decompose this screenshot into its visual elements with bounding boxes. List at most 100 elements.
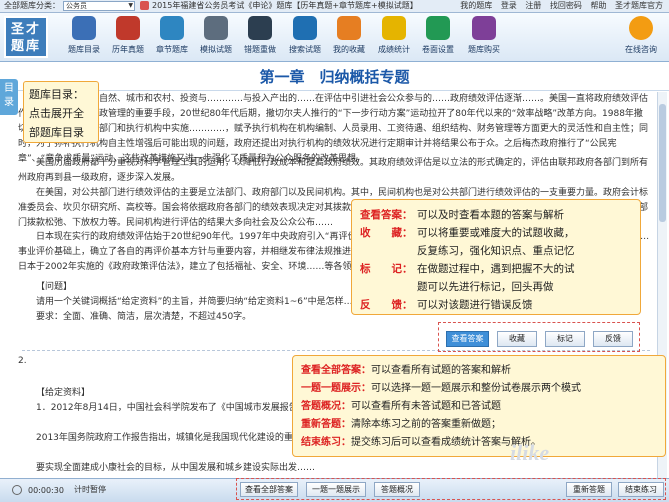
online-consult-label: 在线咨询 bbox=[625, 45, 657, 54]
online-consult-button[interactable]: 在线咨询 bbox=[619, 16, 663, 60]
pause-timer-button[interactable]: 计时暂停 bbox=[74, 484, 106, 495]
tip-row: 重新答题：清除本练习之前的答案重新做题； bbox=[301, 416, 657, 434]
catalog-tip-line: 点击展开全 bbox=[29, 107, 84, 120]
tip-text: 清除本练习之前的答案重新做题； bbox=[351, 419, 501, 430]
end-practice-button[interactable]: 结束练习 bbox=[618, 482, 664, 497]
tip-row: 反复练习，强化知识点、重点记忆 bbox=[360, 242, 632, 260]
exam-paper-icon bbox=[116, 16, 140, 40]
cart-icon bbox=[472, 16, 496, 40]
tip-row: 一题一题展示：可以选择一题一题展示和整份试卷展示两个模式 bbox=[301, 380, 657, 398]
app-window: 全部题库分类： 公务员 ▼ 2015年福建省公务员考试《申论》题库【历年真题+章… bbox=[0, 0, 669, 502]
package-icon bbox=[140, 1, 149, 10]
link-help[interactable]: 帮助 bbox=[590, 1, 606, 10]
tip-row: 反 馈： 可以对该题进行错误反馈 bbox=[360, 296, 632, 314]
tip-text: 在做题过程中，遇到把握不大的试 bbox=[417, 263, 575, 275]
tip-key: 收 藏： bbox=[360, 227, 413, 239]
watermark: ilike bbox=[510, 440, 550, 465]
search-icon bbox=[293, 16, 317, 40]
toolbar-button-label: 成绩统计 bbox=[378, 45, 410, 54]
tip-key: 反 馈： bbox=[360, 299, 413, 311]
link-register[interactable]: 注册 bbox=[525, 1, 541, 10]
catalog-tip-line: 题库目录： bbox=[29, 88, 84, 101]
link-my-bank[interactable]: 我的题库 bbox=[460, 1, 492, 10]
catalog-tip-line: 部题库目录 bbox=[29, 126, 84, 139]
feedback-button[interactable]: 反馈 bbox=[593, 331, 633, 347]
clock-icon bbox=[12, 485, 22, 495]
material-paragraph: 要实现全面建成小康社会的目标，从中国发展和城乡建设实际出发…… bbox=[36, 463, 316, 473]
category-label: 全部题库分类： bbox=[4, 1, 60, 10]
chapter-book-icon bbox=[160, 16, 184, 40]
view-answer-button[interactable]: 查看答案 bbox=[446, 331, 489, 347]
tip-text: 反复练习，强化知识点、重点记忆 bbox=[417, 245, 575, 257]
toolbar-button-label: 章节题库 bbox=[156, 45, 188, 54]
toolbar-button-4[interactable]: 模拟试题 bbox=[194, 16, 238, 60]
tip-row: 查看全部答案：可以查看所有试题的答案和解析 bbox=[301, 362, 657, 380]
tip-row: 题可以先进行标记，回头再做 bbox=[360, 278, 632, 296]
toolbar-button-2[interactable]: 历年真题 bbox=[106, 16, 150, 60]
view-all-answers-button[interactable]: 查看全部答案 bbox=[240, 482, 298, 497]
question-number: 2. bbox=[18, 356, 27, 366]
toolbar-button-5[interactable]: 错题重做 bbox=[238, 16, 282, 60]
page-title: 第一章 归纳概括专题 bbox=[259, 68, 410, 86]
catalog-side-tab[interactable]: 目录 bbox=[0, 79, 18, 115]
main-toolbar: 圣才 题库 题库目录 历年真题 章节题库 模拟试题 错题重做 搜索试题 我的收藏 成绩统计 卷面… bbox=[0, 13, 669, 62]
toolbar-button-10[interactable]: 题库购买 bbox=[462, 16, 506, 60]
link-official[interactable]: 圣才题库官方 bbox=[615, 1, 663, 10]
answer-overview-button[interactable]: 答题概况 bbox=[374, 482, 420, 497]
tip-text: 可以查看所有试题的答案和解析 bbox=[371, 365, 511, 376]
tip-text: 可以查看所有未答试题和已答试题 bbox=[351, 401, 501, 412]
tip-row: 查看答案： 可以及时查看本题的答案与解析 bbox=[360, 206, 632, 224]
tip-row: 收 藏： 可以将重要或难度大的试题收藏， bbox=[360, 224, 632, 242]
link-find-password[interactable]: 找回密码 bbox=[550, 1, 582, 10]
chevron-down-icon: ▼ bbox=[128, 2, 133, 9]
tip-text: 可以及时查看本题的答案与解析 bbox=[417, 209, 564, 221]
chapter-title-bar: 第一章 归纳概括专题 bbox=[0, 62, 669, 91]
toolbar-button-8[interactable]: 成绩统计 bbox=[372, 16, 416, 60]
statistics-icon bbox=[382, 16, 406, 40]
toolbar-button-label: 我的收藏 bbox=[333, 45, 365, 54]
tip-key: 标 记： bbox=[360, 263, 413, 275]
scrollbar-thumb[interactable] bbox=[659, 104, 666, 222]
toolbar-button-3[interactable]: 章节题库 bbox=[150, 16, 194, 60]
tip-key: 答题概况： bbox=[301, 401, 351, 412]
tip-key: 查看全部答案： bbox=[301, 365, 371, 376]
timer: 00:00:30 bbox=[28, 486, 64, 495]
top-links: 我的题库 登录 注册 找回密码 帮助 圣才题库官方 bbox=[454, 0, 663, 12]
catalog-icon bbox=[72, 16, 96, 40]
global-tools-callout: 查看全部答案：可以查看所有试题的答案和解析 一题一题展示：可以选择一题一题展示和… bbox=[292, 355, 666, 457]
toolbar-button-label: 题库目录 bbox=[68, 45, 100, 54]
toolbar-button-label: 历年真题 bbox=[112, 45, 144, 54]
favorite-button[interactable]: 收藏 bbox=[497, 331, 537, 347]
toolbar-button-9[interactable]: 卷面设置 bbox=[416, 16, 460, 60]
tip-row: 标 记： 在做题过程中，遇到把握不大的试 bbox=[360, 260, 632, 278]
tip-key: 查看答案： bbox=[360, 209, 413, 221]
toolbar-button-label: 卷面设置 bbox=[422, 45, 454, 54]
tip-text: 可以将重要或难度大的试题收藏， bbox=[417, 227, 575, 239]
category-select-value: 公务员 bbox=[66, 2, 87, 10]
toolbar-button-7[interactable]: 我的收藏 bbox=[327, 16, 371, 60]
question-tools-callout: 查看答案： 可以及时查看本题的答案与解析 收 藏： 可以将重要或难度大的试题收藏， … bbox=[351, 199, 641, 315]
toolbar-button-6[interactable]: 搜索试题 bbox=[283, 16, 327, 60]
settings-icon bbox=[426, 16, 450, 40]
tip-text: 可以选择一题一题展示和整份试卷展示两个模式 bbox=[371, 383, 581, 394]
toolbar-button-label: 题库购买 bbox=[468, 45, 500, 54]
toolbar-button-1[interactable]: 题库目录 bbox=[62, 16, 106, 60]
catalog-tip-callout: 题库目录： 点击展开全 部题库目录 bbox=[23, 81, 99, 143]
favorite-icon bbox=[337, 16, 361, 40]
chat-icon bbox=[629, 16, 653, 40]
restart-button[interactable]: 重新答题 bbox=[566, 482, 612, 497]
tip-text: 题可以先进行标记，回头再做 bbox=[417, 281, 554, 293]
tip-key: 重新答题： bbox=[301, 419, 351, 430]
material-paragraph: 美国历届政府都十分重视对科学管理工具的运用，以降低行政成本和提高政府绩效。其政府… bbox=[18, 158, 649, 183]
link-login[interactable]: 登录 bbox=[501, 1, 517, 10]
top-bar: 全部题库分类： 公务员 ▼ 2015年福建省公务员考试《申论》题库【历年真题+章… bbox=[0, 0, 669, 13]
toolbar-button-label: 搜索试题 bbox=[289, 45, 321, 54]
tip-text: 可以对该题进行错误反馈 bbox=[417, 299, 533, 311]
mark-button[interactable]: 标记 bbox=[545, 331, 585, 347]
package-title: 2015年福建省公务员考试《申论》题库【历年真题+章节题库+模拟试题】 bbox=[152, 1, 418, 10]
tip-key: 结束练习： bbox=[301, 437, 351, 448]
toolbar-button-label: 错题重做 bbox=[244, 45, 276, 54]
category-select[interactable]: 公务员 ▼ bbox=[63, 1, 135, 11]
logo: 圣才 题库 bbox=[4, 16, 48, 58]
one-by-one-button[interactable]: 一题一题展示 bbox=[306, 482, 366, 497]
